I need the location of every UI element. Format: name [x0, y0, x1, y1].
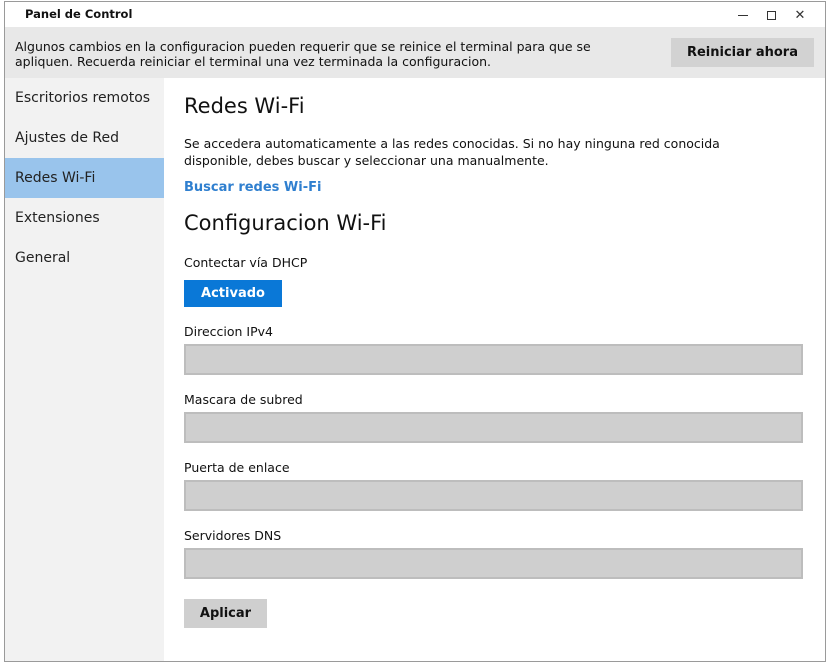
maximize-icon [766, 10, 776, 20]
close-icon: ✕ [794, 7, 806, 23]
maximize-button[interactable] [757, 5, 785, 25]
subnet-mask-label: Mascara de subred [184, 392, 303, 407]
sidebar-item-network-settings[interactable]: Ajustes de Red [5, 118, 164, 158]
sidebar-item-label: Extensiones [15, 210, 100, 226]
gateway-field[interactable] [184, 480, 803, 511]
sidebar-item-general[interactable]: General [5, 238, 164, 278]
minimize-button[interactable] [729, 5, 757, 25]
search-networks-link[interactable]: Buscar redes Wi-Fi [184, 180, 321, 195]
restart-now-button[interactable]: Reiniciar ahora [671, 38, 814, 67]
ipv4-field[interactable] [184, 344, 803, 375]
close-button[interactable]: ✕ [786, 5, 814, 25]
sidebar-item-wifi-networks[interactable]: Redes Wi-Fi [5, 158, 164, 198]
wifi-config-heading: Configuracion Wi-Fi [184, 211, 387, 235]
sidebar: Escritorios remotos Ajustes de Red Redes… [5, 78, 164, 661]
main-content: Redes Wi-Fi Se accedera automaticamente … [164, 78, 825, 661]
dhcp-label: Contectar vía DHCP [184, 255, 308, 270]
dns-label: Servidores DNS [184, 528, 282, 543]
sidebar-item-label: Escritorios remotos [15, 90, 151, 106]
restart-notice-banner: Algunos cambios en la configuracion pued… [5, 27, 825, 78]
subnet-mask-field[interactable] [184, 412, 803, 443]
sidebar-item-extensions[interactable]: Extensiones [5, 198, 164, 238]
title-bar: Panel de Control ✕ [5, 2, 825, 27]
window-title: Panel de Control [25, 7, 133, 21]
dns-field[interactable] [184, 548, 803, 579]
sidebar-item-label: Redes Wi-Fi [15, 170, 96, 186]
dhcp-toggle[interactable]: Activado [184, 280, 282, 307]
page-title: Redes Wi-Fi [184, 94, 305, 118]
minimize-icon [738, 14, 748, 16]
gateway-label: Puerta de enlace [184, 460, 290, 475]
restart-notice-text: Algunos cambios en la configuracion pued… [15, 39, 591, 69]
sidebar-item-label: General [15, 250, 71, 266]
sidebar-item-label: Ajustes de Red [15, 130, 120, 146]
sidebar-item-remote-desktops[interactable]: Escritorios remotos [5, 78, 164, 118]
ipv4-label: Direccion IPv4 [184, 324, 273, 339]
wifi-description: Se accedera automaticamente a las redes … [184, 136, 720, 168]
apply-button[interactable]: Aplicar [184, 599, 267, 628]
control-panel-window: Panel de Control ✕ Algunos cambios en la… [4, 1, 826, 662]
